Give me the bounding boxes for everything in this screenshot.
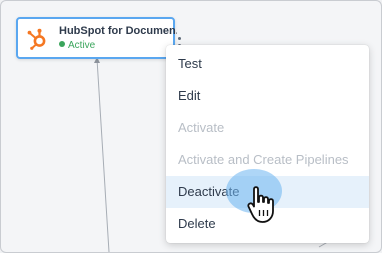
pipeline-node[interactable]: HubSpot for Documen... Active <box>16 17 181 59</box>
hubspot-icon <box>27 28 46 50</box>
status-label: Active <box>68 40 96 51</box>
status-badge: Active <box>59 40 95 51</box>
status-dot-icon <box>59 41 65 47</box>
hand-pointer-icon <box>247 186 274 223</box>
menu-item-activate: Activate <box>178 120 225 135</box>
menu-item-test[interactable]: Test <box>166 48 369 80</box>
node-title: HubSpot for Documen... <box>59 25 177 37</box>
menu-item-edit[interactable]: Edit <box>166 80 369 112</box>
connection-line <box>96 58 110 252</box>
workflow-canvas[interactable]: HubSpot for Documen... Active Test Edit … <box>0 0 382 253</box>
